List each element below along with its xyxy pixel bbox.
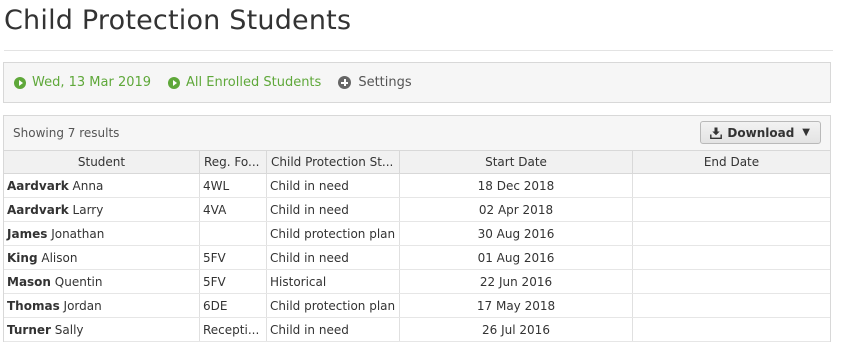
end-date-cell	[632, 317, 830, 342]
caret-down-icon: ▼	[802, 127, 810, 138]
start-date-cell: 01 Aug 2016	[399, 245, 633, 270]
student-surname: James	[7, 226, 48, 241]
student-forename: Quentin	[54, 274, 103, 289]
column-header-start-date[interactable]: Start Date	[399, 151, 633, 174]
plus-circle-icon	[338, 76, 352, 89]
table-row[interactable]: King Alison 5FV Child in need 01 Aug 201…	[4, 245, 830, 270]
student-name-cell: Aardvark Larry	[4, 197, 200, 222]
student-name-cell: Thomas Jordan	[4, 293, 200, 318]
download-label: Download	[727, 125, 795, 140]
end-date-cell	[632, 269, 830, 294]
student-name-cell: Aardvark Anna	[4, 173, 200, 198]
start-date-cell: 02 Apr 2018	[399, 197, 633, 222]
student-forename: Jonathan	[51, 226, 105, 241]
column-header-end-date[interactable]: End Date	[632, 151, 830, 174]
student-name-cell: King Alison	[4, 245, 200, 270]
table-row[interactable]: Aardvark Anna 4WL Child in need 18 Dec 2…	[4, 173, 830, 198]
reg-form-cell: 5FV	[199, 269, 267, 294]
filter-bar: Wed, 13 Mar 2019 All Enrolled Students S…	[3, 62, 831, 103]
end-date-cell	[632, 197, 830, 222]
cp-status-cell: Child protection plan	[266, 221, 400, 246]
table-row[interactable]: Aardvark Larry 4VA Child in need 02 Apr …	[4, 197, 830, 222]
student-surname: Turner	[7, 322, 51, 337]
cp-status-cell: Child in need	[266, 173, 400, 198]
table-row[interactable]: Thomas Jordan 6DE Child protection plan …	[4, 293, 830, 318]
cp-status-cell: Historical	[266, 269, 400, 294]
student-forename: Alison	[41, 250, 78, 265]
end-date-cell	[632, 245, 830, 270]
end-date-cell	[632, 173, 830, 198]
reg-form-cell	[199, 221, 267, 246]
group-filter-label: All Enrolled Students	[186, 75, 322, 90]
play-circle-icon	[14, 76, 26, 89]
reg-form-cell: 5FV	[199, 245, 267, 270]
results-panel: Showing 7 results Download ▼ Student Reg…	[3, 115, 831, 342]
table-header-row: Student Reg. Fo... Child Protection St..…	[4, 151, 830, 174]
settings-label: Settings	[358, 75, 412, 90]
play-circle-icon	[168, 76, 181, 89]
student-forename: Sally	[54, 322, 84, 337]
cp-status-cell: Child in need	[266, 197, 400, 222]
students-table: Student Reg. Fo... Child Protection St..…	[4, 151, 830, 342]
page-title: Child Protection Students	[4, 5, 352, 36]
date-filter[interactable]: Wed, 13 Mar 2019	[14, 75, 151, 90]
table-row[interactable]: Mason Quentin 5FV Historical 22 Jun 2016	[4, 269, 830, 294]
student-forename: Jordan	[63, 298, 102, 313]
student-name-cell: Mason Quentin	[4, 269, 200, 294]
start-date-cell: 26 Jul 2016	[399, 317, 633, 342]
table-row[interactable]: James Jonathan Child protection plan 30 …	[4, 221, 830, 246]
start-date-cell: 30 Aug 2016	[399, 221, 633, 246]
group-filter[interactable]: All Enrolled Students	[168, 75, 321, 90]
student-surname: Mason	[7, 274, 51, 289]
column-header-student[interactable]: Student	[4, 151, 200, 174]
end-date-cell	[632, 221, 830, 246]
start-date-cell: 22 Jun 2016	[399, 269, 633, 294]
student-name-cell: Turner Sally	[4, 317, 200, 342]
student-forename: Larry	[72, 202, 104, 217]
student-surname: Thomas	[7, 298, 60, 313]
student-surname: Aardvark	[7, 178, 69, 193]
column-header-reg-form[interactable]: Reg. Fo...	[199, 151, 267, 174]
download-button[interactable]: Download ▼	[700, 121, 821, 144]
reg-form-cell: Recepti...	[199, 317, 267, 342]
results-header: Showing 7 results Download ▼	[4, 116, 830, 151]
student-forename: Anna	[72, 178, 104, 193]
cp-status-cell: Child in need	[266, 245, 400, 270]
reg-form-cell: 6DE	[199, 293, 267, 318]
download-icon	[710, 127, 723, 139]
column-header-cp-status[interactable]: Child Protection St...	[266, 151, 400, 174]
results-count: Showing 7 results	[13, 126, 120, 140]
start-date-cell: 18 Dec 2018	[399, 173, 633, 198]
date-filter-label: Wed, 13 Mar 2019	[32, 75, 152, 90]
student-surname: Aardvark	[7, 202, 69, 217]
cp-status-cell: Child protection plan	[266, 293, 400, 318]
settings-button[interactable]: Settings	[338, 75, 412, 90]
end-date-cell	[632, 293, 830, 318]
page: Child Protection Students Wed, 13 Mar 20…	[0, 0, 841, 352]
reg-form-cell: 4WL	[199, 173, 267, 198]
student-surname: King	[7, 250, 38, 265]
table-row[interactable]: Turner Sally Recepti... Child in need 26…	[4, 317, 830, 342]
cp-status-cell: Child in need	[266, 317, 400, 342]
student-name-cell: James Jonathan	[4, 221, 200, 246]
title-divider	[4, 50, 833, 51]
start-date-cell: 17 May 2018	[399, 293, 633, 318]
reg-form-cell: 4VA	[199, 197, 267, 222]
